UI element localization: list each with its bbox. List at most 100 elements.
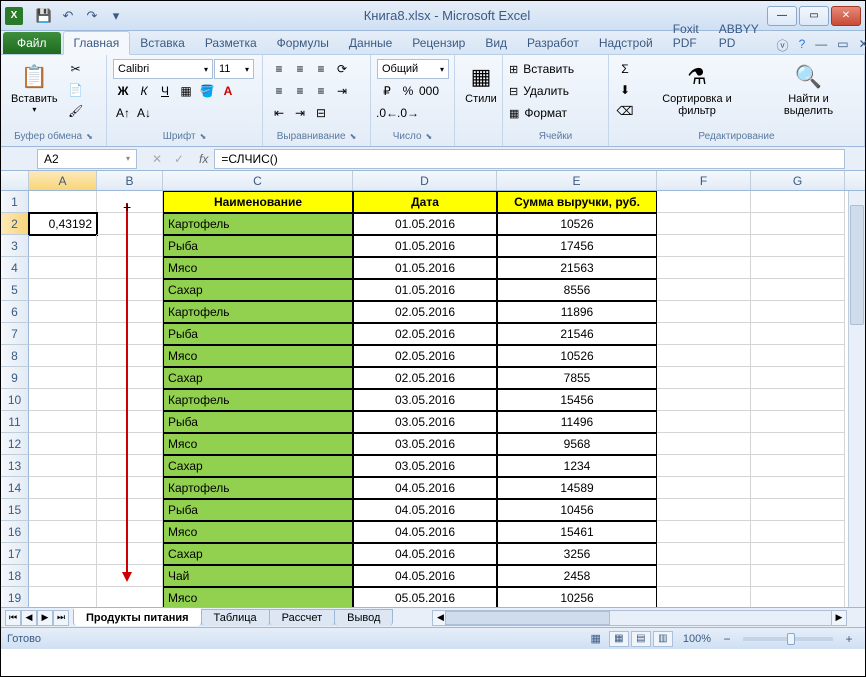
cell-F16[interactable] xyxy=(657,521,751,543)
row-header[interactable]: 3 xyxy=(1,235,29,257)
cell-A13[interactable] xyxy=(29,455,97,477)
cell-D14[interactable]: 04.05.2016 xyxy=(353,477,497,499)
cell-G10[interactable] xyxy=(751,389,845,411)
col-header-e[interactable]: E xyxy=(497,171,657,190)
cell-F5[interactable] xyxy=(657,279,751,301)
row-header[interactable]: 8 xyxy=(1,345,29,367)
dialog-launcher-icon[interactable]: ⬊ xyxy=(86,132,93,141)
cell-F3[interactable] xyxy=(657,235,751,257)
cut-button[interactable]: ✂ xyxy=(66,59,86,79)
cell-C8[interactable]: Мясо xyxy=(163,345,353,367)
row-header[interactable]: 12 xyxy=(1,433,29,455)
cell-F15[interactable] xyxy=(657,499,751,521)
col-header-b[interactable]: B xyxy=(97,171,163,190)
cell-C6[interactable]: Картофель xyxy=(163,301,353,323)
cell-A1[interactable] xyxy=(29,191,97,213)
cell-B2[interactable] xyxy=(97,213,163,235)
cell-F7[interactable] xyxy=(657,323,751,345)
border-button[interactable]: ▦ xyxy=(176,81,196,101)
align-left-button[interactable]: ≡ xyxy=(269,81,289,101)
cancel-formula-button[interactable]: ✕ xyxy=(147,149,167,169)
increase-decimal-button[interactable]: .0← xyxy=(377,103,397,123)
cell-B6[interactable] xyxy=(97,301,163,323)
worksheet-grid[interactable]: A B C D E F G 1НаименованиеДатаСумма выр… xyxy=(1,171,865,607)
sort-filter-button[interactable]: ⚗ Сортировка и фильтр xyxy=(639,59,755,119)
cell-D3[interactable]: 01.05.2016 xyxy=(353,235,497,257)
cell-F8[interactable] xyxy=(657,345,751,367)
file-tab[interactable]: Файл xyxy=(3,32,61,54)
wrap-text-button[interactable]: ⇥ xyxy=(332,81,352,101)
sheet-tab-2[interactable]: Рассчет xyxy=(269,609,336,626)
dialog-launcher-icon[interactable]: ⬊ xyxy=(426,132,433,141)
row-header[interactable]: 13 xyxy=(1,455,29,477)
cell-B8[interactable] xyxy=(97,345,163,367)
align-bottom-button[interactable]: ≡ xyxy=(311,59,331,79)
cell-D2[interactable]: 01.05.2016 xyxy=(353,213,497,235)
sheet-tab-active[interactable]: Продукты питания xyxy=(73,608,202,626)
doc-restore-icon[interactable]: ▭ xyxy=(837,37,848,54)
cell-D12[interactable]: 03.05.2016 xyxy=(353,433,497,455)
delete-cells-button[interactable]: Удалить xyxy=(519,81,573,101)
cell-G12[interactable] xyxy=(751,433,845,455)
italic-button[interactable]: К xyxy=(134,81,154,101)
zoom-out-button[interactable]: − xyxy=(717,629,737,649)
fill-color-button[interactable]: 🪣 xyxy=(197,81,217,101)
cell-E13[interactable]: 1234 xyxy=(497,455,657,477)
cell-C13[interactable]: Сахар xyxy=(163,455,353,477)
col-header-c[interactable]: C xyxy=(163,171,353,190)
cell-G6[interactable] xyxy=(751,301,845,323)
select-all-corner[interactable] xyxy=(1,171,29,190)
cell-D15[interactable]: 04.05.2016 xyxy=(353,499,497,521)
cell-E5[interactable]: 8556 xyxy=(497,279,657,301)
cell-F14[interactable] xyxy=(657,477,751,499)
cell-G7[interactable] xyxy=(751,323,845,345)
orientation-button[interactable]: ⟳ xyxy=(332,59,352,79)
name-box[interactable]: A2▾ xyxy=(37,149,137,169)
increase-font-button[interactable]: A↑ xyxy=(113,103,133,123)
enter-formula-button[interactable]: ✓ xyxy=(169,149,189,169)
paste-button[interactable]: 📋 Вставить ▾ xyxy=(7,59,62,116)
cell-B3[interactable] xyxy=(97,235,163,257)
row-header[interactable]: 18 xyxy=(1,565,29,587)
cell-D19[interactable]: 05.05.2016 xyxy=(353,587,497,607)
font-size-combo[interactable]: 11▾ xyxy=(214,59,254,79)
normal-view-button[interactable]: ▦ xyxy=(609,631,629,647)
row-header[interactable]: 16 xyxy=(1,521,29,543)
tab-addins[interactable]: Надстрой xyxy=(589,32,663,54)
align-top-button[interactable]: ≡ xyxy=(269,59,289,79)
row-header[interactable]: 15 xyxy=(1,499,29,521)
cell-D11[interactable]: 03.05.2016 xyxy=(353,411,497,433)
row-header[interactable]: 10 xyxy=(1,389,29,411)
cell-G1[interactable] xyxy=(751,191,845,213)
row-header[interactable]: 5 xyxy=(1,279,29,301)
cell-C12[interactable]: Мясо xyxy=(163,433,353,455)
cell-C18[interactable]: Чай xyxy=(163,565,353,587)
cell-A8[interactable] xyxy=(29,345,97,367)
help-icon[interactable]: ? xyxy=(799,37,806,54)
cell-D10[interactable]: 03.05.2016 xyxy=(353,389,497,411)
cell-B13[interactable] xyxy=(97,455,163,477)
cell-B12[interactable] xyxy=(97,433,163,455)
decrease-decimal-button[interactable]: .0→ xyxy=(398,103,418,123)
cell-D8[interactable]: 02.05.2016 xyxy=(353,345,497,367)
cell-G9[interactable] xyxy=(751,367,845,389)
cell-B15[interactable] xyxy=(97,499,163,521)
cell-G11[interactable] xyxy=(751,411,845,433)
cell-A4[interactable] xyxy=(29,257,97,279)
row-header[interactable]: 17 xyxy=(1,543,29,565)
cell-A11[interactable] xyxy=(29,411,97,433)
cell-F13[interactable] xyxy=(657,455,751,477)
cell-D6[interactable]: 02.05.2016 xyxy=(353,301,497,323)
find-select-button[interactable]: 🔍 Найти и выделить xyxy=(759,59,858,119)
cell-F2[interactable] xyxy=(657,213,751,235)
cell-F1[interactable] xyxy=(657,191,751,213)
cell-C4[interactable]: Мясо xyxy=(163,257,353,279)
cell-A7[interactable] xyxy=(29,323,97,345)
sheet-last-button[interactable]: ⏭ xyxy=(53,610,69,626)
dialog-launcher-icon[interactable]: ⬊ xyxy=(200,132,207,141)
macro-icon[interactable]: ▦ xyxy=(590,632,600,645)
cell-E8[interactable]: 10526 xyxy=(497,345,657,367)
cell-E3[interactable]: 17456 xyxy=(497,235,657,257)
row-header[interactable]: 14 xyxy=(1,477,29,499)
cell-A3[interactable] xyxy=(29,235,97,257)
